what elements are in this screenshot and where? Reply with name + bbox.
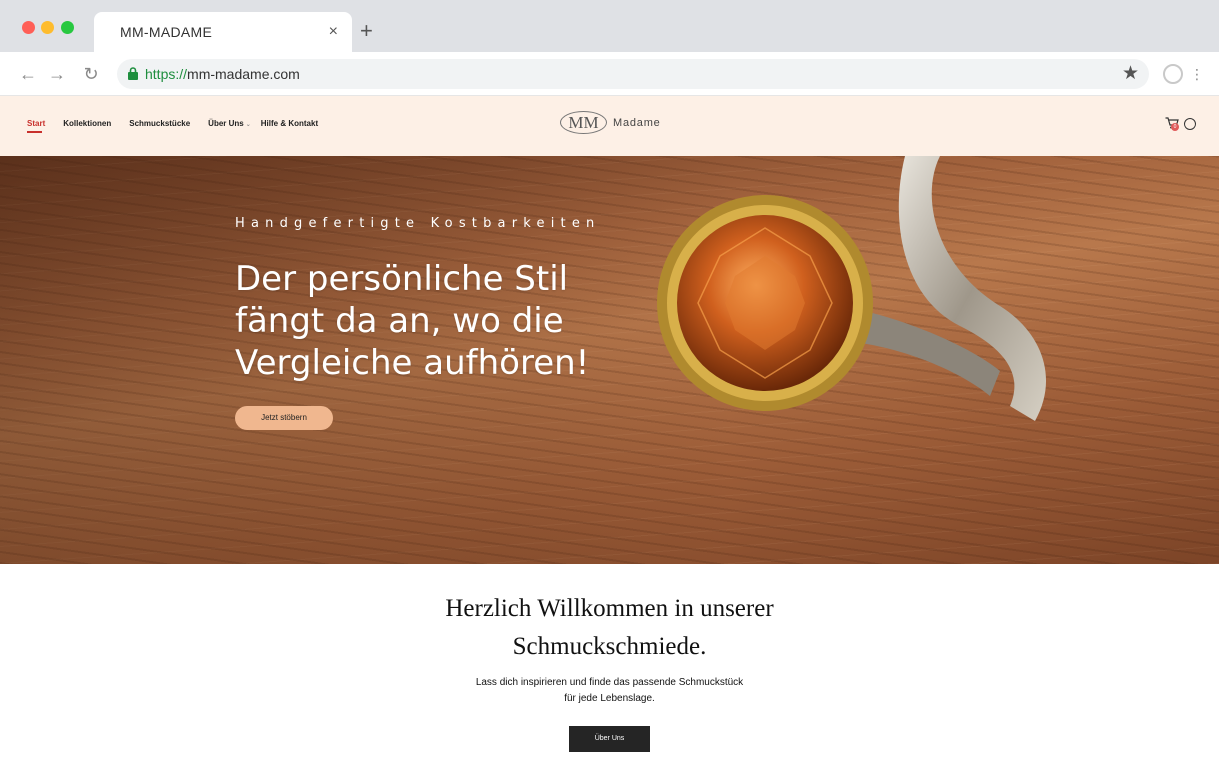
user-icon[interactable] <box>1184 118 1196 130</box>
hero-banner: Handgefertigte Kostbarkeiten Der persönl… <box>0 156 1219 564</box>
chevron-down-icon: ⌄ <box>245 122 251 128</box>
tab-title: MM-MADAME <box>120 24 213 40</box>
site-logo[interactable]: MM Madame <box>560 111 661 134</box>
main-nav: Start Kollektionen Schmuckstücke Über Un… <box>27 119 336 133</box>
url-scheme: https:// <box>145 66 188 82</box>
url-host: mm-madame.com <box>187 66 300 82</box>
hero-title: Der persönliche Stil fängt da an, wo die… <box>235 259 590 383</box>
bookmark-star-icon[interactable]: ★ <box>1122 62 1139 86</box>
welcome-title: Herzlich Willkommen in unserer Schmucksc… <box>380 590 839 666</box>
nav-item-kollektionen[interactable]: Kollektionen <box>63 119 111 128</box>
welcome-text-line-2: für jede Lebenslage. <box>564 693 655 704</box>
browse-button[interactable]: Jetzt stöbern <box>235 406 333 430</box>
forward-icon[interactable]: → <box>46 63 68 85</box>
tab-close-icon[interactable]: × <box>329 22 338 42</box>
logo-text: Madame <box>613 116 661 129</box>
welcome-title-line-2: Schmuckschmiede. <box>512 633 707 660</box>
url-text: https://mm-madame.com <box>145 66 300 82</box>
new-tab-icon[interactable]: + <box>360 20 373 42</box>
browser-tab-bar: MM-MADAME × + <box>0 0 1219 52</box>
address-bar[interactable]: https://mm-madame.com ★ <box>117 59 1149 89</box>
welcome-title-line-1: Herzlich Willkommen in unserer <box>445 595 774 622</box>
cart-count-badge: 0 <box>1171 123 1179 131</box>
reload-icon[interactable]: ↻ <box>80 63 102 85</box>
ring-image <box>657 156 1047 421</box>
window-close-button[interactable] <box>22 21 35 34</box>
nav-item-hilfe-kontakt[interactable]: Hilfe & Kontakt <box>261 119 318 128</box>
welcome-text-line-1: Lass dich inspirieren und finde das pass… <box>475 677 744 688</box>
hero-kicker: Handgefertigte Kostbarkeiten <box>235 216 601 231</box>
back-icon[interactable]: ← <box>17 63 39 85</box>
lock-icon <box>128 67 138 80</box>
site-header: Start Kollektionen Schmuckstücke Über Un… <box>0 96 1219 156</box>
welcome-text: Lass dich inspirieren und finde das pass… <box>440 675 779 707</box>
window-minimize-button[interactable] <box>41 21 54 34</box>
menu-icon[interactable]: ⋮ <box>1190 64 1204 84</box>
browser-tab[interactable]: MM-MADAME × <box>94 12 352 52</box>
nav-item-start[interactable]: Start <box>27 119 45 133</box>
nav-item-ueber-uns-label: Über Uns <box>208 119 244 128</box>
nav-item-ueber-uns[interactable]: Über Uns ⌄ <box>208 119 251 128</box>
nav-item-schmuckstuecke[interactable]: Schmuckstücke <box>129 119 190 128</box>
browser-toolbar: ← → ↻ https://mm-madame.com ★ ⋮ <box>0 52 1219 96</box>
about-us-button[interactable]: Über Uns <box>569 726 650 752</box>
profile-icon[interactable] <box>1163 64 1183 84</box>
logo-mark: MM <box>560 111 607 134</box>
window-maximize-button[interactable] <box>61 21 74 34</box>
